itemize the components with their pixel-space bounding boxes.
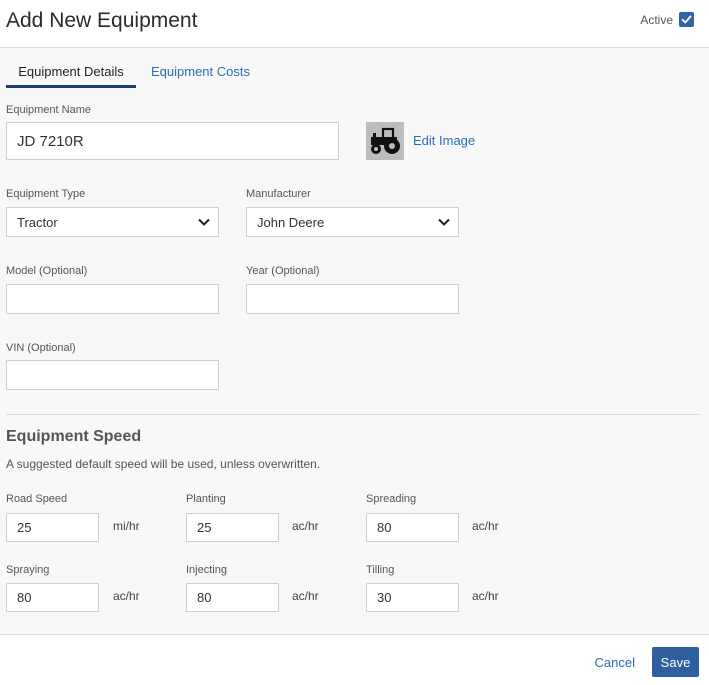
planting-unit: ac/hr [292, 519, 319, 533]
save-button[interactable]: Save [652, 647, 699, 677]
equipment-type-select[interactable]: Tractor [6, 207, 219, 237]
active-tab-indicator [6, 85, 136, 88]
tilling-input[interactable] [366, 583, 459, 612]
vin-input[interactable] [6, 360, 219, 390]
spreading-label: Spreading [366, 493, 417, 505]
active-toggle[interactable]: Active [640, 12, 694, 27]
manufacturer-label: Manufacturer [246, 188, 311, 200]
vin-label: VIN (Optional) [6, 342, 76, 354]
road-speed-label: Road Speed [6, 493, 68, 505]
cancel-button[interactable]: Cancel [595, 655, 635, 670]
tilling-label: Tilling [366, 564, 395, 576]
spraying-unit: ac/hr [113, 589, 140, 603]
spraying-label: Spraying [6, 564, 50, 576]
equipment-speed-heading: Equipment Speed [6, 428, 142, 445]
tab-equipment-costs[interactable]: Equipment Costs [151, 64, 250, 79]
equipment-image[interactable] [366, 122, 404, 160]
planting-input[interactable] [186, 513, 279, 542]
equipment-speed-description: A suggested default speed will be used, … [6, 457, 321, 471]
spreading-unit: ac/hr [472, 519, 499, 533]
dialog-content: Equipment Details Equipment Costs Equipm… [0, 48, 709, 634]
road-speed-input[interactable] [6, 513, 99, 542]
planting-label: Planting [186, 493, 226, 505]
model-label: Model (Optional) [6, 265, 88, 277]
tab-equipment-details[interactable]: Equipment Details [6, 64, 136, 79]
dialog-footer: Cancel Save [0, 634, 709, 685]
spreading-input[interactable] [366, 513, 459, 542]
checkmark-icon [681, 15, 692, 24]
active-checkbox[interactable] [679, 12, 694, 27]
injecting-input[interactable] [186, 583, 279, 612]
chevron-down-icon [198, 218, 210, 226]
injecting-label: Injecting [186, 564, 227, 576]
page-title: Add New Equipment [6, 9, 198, 32]
equipment-type-label: Equipment Type [6, 188, 86, 200]
tilling-unit: ac/hr [472, 589, 499, 603]
equipment-type-value: Tractor [17, 214, 58, 230]
active-label: Active [640, 12, 673, 27]
equipment-name-input[interactable] [6, 122, 339, 160]
tab-bar: Equipment Details Equipment Costs [6, 58, 709, 88]
road-speed-unit: mi/hr [113, 519, 140, 533]
tractor-icon [371, 127, 400, 154]
section-divider [6, 414, 700, 415]
manufacturer-value: John Deere [257, 214, 325, 230]
equipment-name-label: Equipment Name [6, 104, 91, 116]
dialog-header: Add New Equipment Active [0, 0, 709, 48]
manufacturer-select[interactable]: John Deere [246, 207, 459, 237]
injecting-unit: ac/hr [292, 589, 319, 603]
edit-image-link[interactable]: Edit Image [413, 133, 475, 148]
chevron-down-icon [438, 218, 450, 226]
model-input[interactable] [6, 284, 219, 314]
spraying-input[interactable] [6, 583, 99, 612]
year-input[interactable] [246, 284, 459, 314]
year-label: Year (Optional) [246, 265, 320, 277]
